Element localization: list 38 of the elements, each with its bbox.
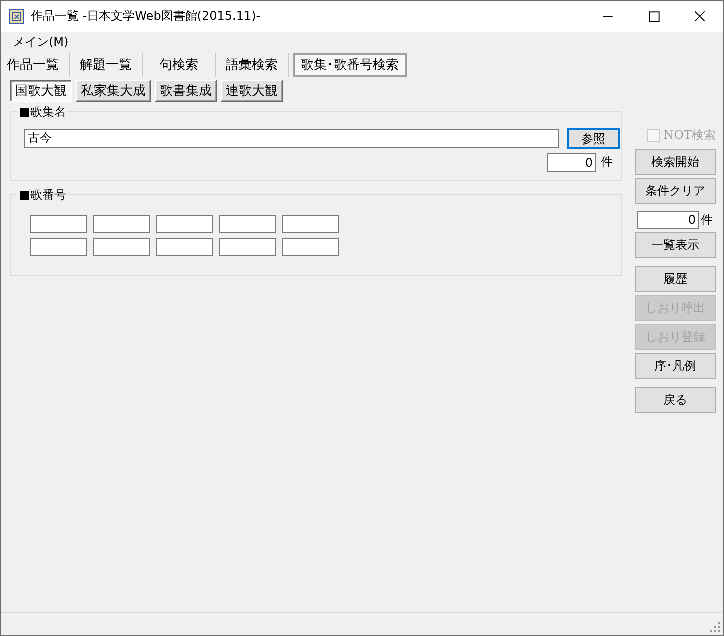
side-button[interactable]: 戻る bbox=[635, 387, 716, 413]
sub-tab[interactable]: 国歌大観 bbox=[10, 80, 72, 102]
side-button[interactable]: 履歴 bbox=[635, 266, 716, 292]
poem-number-field[interactable] bbox=[219, 238, 276, 256]
app-icon bbox=[9, 8, 25, 24]
count-unit: 件 bbox=[701, 212, 713, 228]
poem-number-field[interactable] bbox=[93, 238, 150, 256]
poem-number-field[interactable] bbox=[282, 238, 339, 256]
sub-tab[interactable]: 私家集大成 bbox=[76, 80, 151, 102]
side-button[interactable]: 一覧表示 bbox=[635, 232, 716, 258]
checkbox-label: NOT検索 bbox=[664, 127, 716, 144]
tab[interactable]: 語彙検索 bbox=[216, 53, 289, 77]
count-field[interactable]: 0 bbox=[637, 211, 699, 229]
count-unit: 件 bbox=[601, 154, 613, 171]
poem-number-field[interactable] bbox=[156, 215, 213, 233]
poem-number-field[interactable] bbox=[30, 238, 87, 256]
resize-grip-icon[interactable] bbox=[710, 622, 720, 632]
browse-button[interactable]: 参照 bbox=[567, 128, 620, 149]
side-button[interactable]: 序･凡例 bbox=[635, 353, 716, 379]
group-title: ■歌番号 bbox=[18, 187, 68, 204]
count-field[interactable]: 0 bbox=[547, 153, 596, 172]
menu-item[interactable]: メイン(M) bbox=[13, 34, 69, 50]
poem-number-field[interactable] bbox=[282, 215, 339, 233]
window-title: 作品一覧 -日本文学Web図書館(2015.11)- bbox=[31, 8, 262, 25]
group-title: ■歌集名 bbox=[18, 104, 68, 121]
poem-number-field[interactable] bbox=[156, 238, 213, 256]
tab[interactable]: 歌集･歌番号検索 bbox=[293, 53, 407, 77]
poem-number-field[interactable] bbox=[219, 215, 276, 233]
collection-name-field[interactable]: 古今 bbox=[24, 129, 559, 148]
side-button[interactable]: 検索開始 bbox=[635, 149, 716, 175]
poem-number-field[interactable] bbox=[93, 215, 150, 233]
poem-number-field[interactable] bbox=[30, 215, 87, 233]
side-button[interactable]: 条件クリア bbox=[635, 178, 716, 204]
tab[interactable]: 句検索 bbox=[143, 53, 216, 77]
sub-tab[interactable]: 連歌大観 bbox=[221, 80, 283, 102]
tab[interactable]: 作品一覧 bbox=[5, 53, 70, 77]
sub-tab[interactable]: 歌書集成 bbox=[155, 80, 217, 102]
tab[interactable]: 解題一覧 bbox=[70, 53, 143, 77]
